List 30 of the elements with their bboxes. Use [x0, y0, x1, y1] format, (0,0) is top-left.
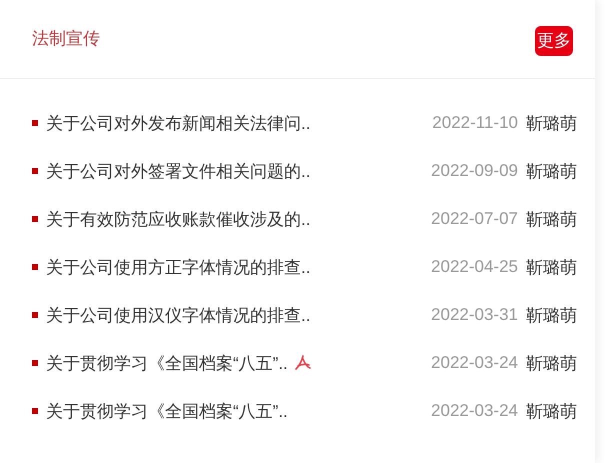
- news-link[interactable]: 关于贯彻学习《全国档案“八五”..: [46, 352, 288, 374]
- news-link[interactable]: 关于公司对外发布新闻相关法律问..: [46, 112, 310, 134]
- news-author: 靳璐萌: [526, 352, 577, 374]
- more-button[interactable]: 更多: [535, 26, 573, 56]
- bullet-icon: [32, 408, 38, 414]
- news-date: 2022-04-25: [431, 257, 518, 277]
- news-date: 2022-07-07: [431, 209, 518, 229]
- news-author: 靳璐萌: [526, 208, 577, 230]
- news-date: 2022-09-09: [431, 161, 518, 181]
- section-title: 法制宣传: [32, 28, 100, 50]
- news-link[interactable]: 关于有效防范应收账款催收涉及的..: [46, 208, 310, 230]
- news-link[interactable]: 关于公司对外签署文件相关问题的..: [46, 160, 310, 182]
- news-author: 靳璐萌: [526, 256, 577, 278]
- bullet-icon: [32, 120, 38, 126]
- news-date: 2022-11-10: [432, 113, 518, 133]
- bullet-icon: [32, 264, 38, 270]
- news-link[interactable]: 关于贯彻学习《全国档案“八五”..: [46, 400, 288, 422]
- news-link[interactable]: 关于公司使用汉仪字体情况的排查..: [46, 304, 310, 326]
- news-date: 2022-03-31: [431, 305, 518, 325]
- bullet-icon: [32, 216, 38, 222]
- news-date: 2022-03-24: [431, 401, 518, 421]
- bullet-icon: [32, 360, 38, 366]
- bullet-icon: [32, 312, 38, 318]
- bullet-icon: [32, 168, 38, 174]
- news-author: 靳璐萌: [526, 400, 577, 422]
- news-author: 靳璐萌: [526, 304, 577, 326]
- news-author: 靳璐萌: [526, 112, 577, 134]
- news-author: 靳璐萌: [526, 160, 577, 182]
- news-link[interactable]: 关于公司使用方正字体情况的排查..: [46, 256, 310, 278]
- news-date: 2022-03-24: [431, 353, 518, 373]
